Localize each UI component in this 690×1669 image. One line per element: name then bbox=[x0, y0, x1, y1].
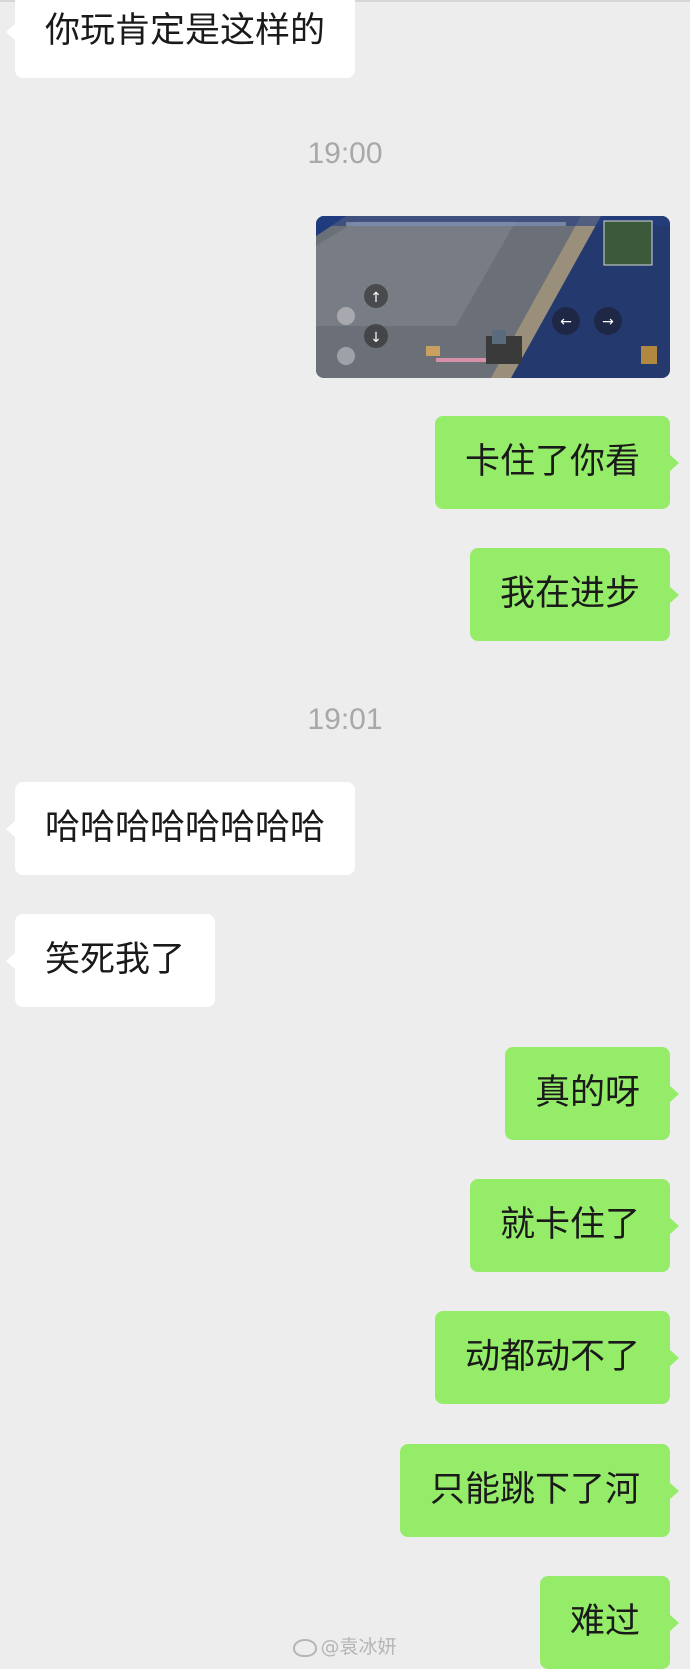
outgoing-message-bubble[interactable]: 只能跳下了河 bbox=[399, 1444, 680, 1537]
outgoing-message-bubble[interactable]: 卡住了你看 bbox=[434, 416, 680, 509]
svg-text:→: → bbox=[602, 314, 614, 330]
incoming-message-bubble[interactable]: 笑死我了 bbox=[5, 914, 216, 1007]
game-screenshot-image: ↑ ↓ ← → bbox=[316, 216, 670, 378]
svg-text:↑: ↑ bbox=[370, 290, 382, 306]
outgoing-message-bubble[interactable]: 就卡住了 bbox=[469, 1179, 680, 1272]
outgoing-message-bubble[interactable]: 真的呀 bbox=[504, 1047, 680, 1140]
watermark-text: @袁冰妍 bbox=[320, 1636, 397, 1658]
image-message[interactable]: ↑ ↓ ← → bbox=[316, 216, 670, 378]
svg-text:←: ← bbox=[560, 314, 572, 330]
timestamp: 19:00 bbox=[307, 137, 383, 170]
svg-text:↓: ↓ bbox=[370, 330, 382, 346]
outgoing-message-bubble[interactable]: 我在进步 bbox=[469, 548, 680, 641]
weibo-icon bbox=[293, 1639, 318, 1657]
incoming-message-bubble[interactable]: 哈哈哈哈哈哈哈哈 bbox=[5, 782, 356, 875]
timestamp: 19:01 bbox=[307, 703, 383, 736]
outgoing-message-bubble[interactable]: 动都动不了 bbox=[434, 1311, 680, 1404]
watermark: @袁冰妍 bbox=[0, 1634, 690, 1660]
incoming-message-bubble[interactable]: 你玩肯定是这样的 bbox=[5, 0, 356, 78]
